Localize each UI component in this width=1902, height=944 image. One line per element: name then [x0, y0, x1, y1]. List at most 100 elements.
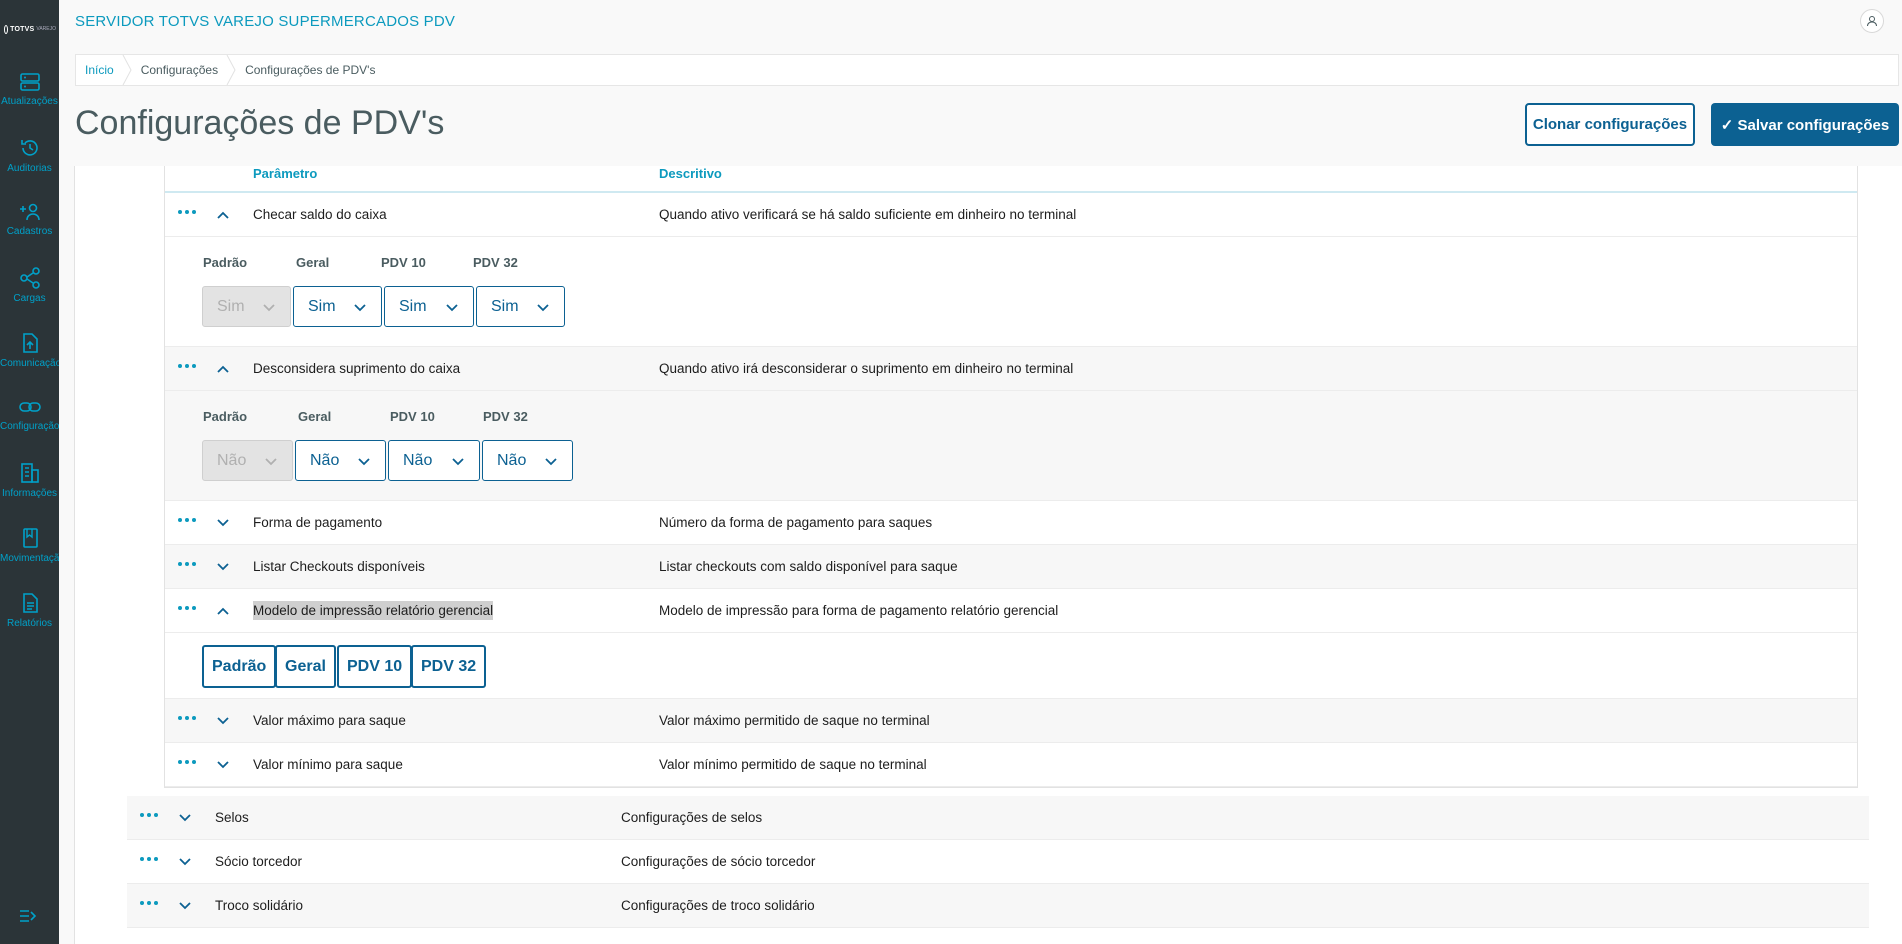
- select-pdv-10[interactable]: Não: [388, 440, 480, 481]
- chevron-up-icon[interactable]: [215, 207, 231, 223]
- more-options-icon[interactable]: [178, 757, 198, 767]
- top-header: SERVIDOR TOTVS VAREJO SUPERMERCADOS PDV: [59, 0, 1902, 42]
- chevron-down-icon[interactable]: [215, 713, 231, 729]
- group-name: Sócio torcedor: [215, 854, 303, 869]
- sidebar-item-label: Cadastros: [6, 226, 53, 237]
- menu-expand-icon: [20, 910, 37, 922]
- select-geral[interactable]: Não: [295, 440, 386, 481]
- user-avatar[interactable]: [1860, 9, 1884, 33]
- more-options-icon[interactable]: [178, 207, 198, 217]
- param-name: Valor máximo para saque: [253, 713, 406, 728]
- logo-sub: VAREJO: [36, 26, 56, 32]
- chevron-down-icon[interactable]: [177, 898, 193, 914]
- param-desc: Valor mínimo permitido de saque no termi…: [659, 757, 927, 772]
- sidebar: TOTVS VAREJO Atualizações Auditorias Cad…: [0, 0, 59, 944]
- group-desc: Configurações de troco solidário: [621, 898, 815, 913]
- chevron-up-icon[interactable]: [215, 361, 231, 377]
- page-title: Configurações de PDV's: [75, 104, 445, 142]
- config-content: Parâmetro Descritivo Checar saldo do cai…: [74, 166, 1902, 944]
- detail-label: PDV 32: [473, 255, 518, 270]
- chevron-down-icon[interactable]: [215, 515, 231, 531]
- chevron-up-icon[interactable]: [215, 603, 231, 619]
- param-desc: Listar checkouts com saldo disponível pa…: [659, 559, 958, 574]
- chevron-down-icon[interactable]: [177, 854, 193, 870]
- detail-label: Geral: [296, 255, 330, 270]
- more-options-icon[interactable]: [140, 854, 160, 864]
- sidebar-item-comunicacao[interactable]: Comunicação: [0, 332, 59, 392]
- clone-config-button[interactable]: Clonar configurações: [1525, 103, 1695, 146]
- chevron-down-icon: [452, 458, 464, 466]
- select-value: Não: [217, 451, 247, 469]
- totvs-logo: TOTVS VAREJO: [4, 22, 56, 36]
- sidebar-item-relatorios[interactable]: Relatórios: [0, 592, 59, 652]
- chevron-down-icon[interactable]: [215, 559, 231, 575]
- group-name: Selos: [215, 810, 249, 825]
- chevron-down-icon: [545, 458, 557, 466]
- save-config-button[interactable]: ✓ Salvar configurações: [1711, 103, 1899, 146]
- chip-pdv-32[interactable]: PDV 32: [411, 645, 487, 688]
- chevron-down-icon[interactable]: [215, 757, 231, 773]
- select-value: Não: [403, 451, 433, 469]
- table-row: Desconsidera suprimento do caixa Quando …: [165, 347, 1857, 391]
- breadcrumb-inicio[interactable]: Início: [76, 55, 132, 85]
- detail-label: PDV 10: [390, 409, 435, 424]
- select-pdv-32[interactable]: Sim: [476, 286, 565, 327]
- chip-padrao[interactable]: Padrão: [202, 645, 277, 688]
- group-name: Troco solidário: [215, 898, 304, 913]
- select-pdv-10[interactable]: Sim: [384, 286, 474, 327]
- server-icon: [19, 73, 40, 91]
- breadcrumb-configuracoes[interactable]: Configurações: [132, 55, 236, 85]
- chevron-down-icon: [358, 458, 370, 466]
- expand-menu-button[interactable]: [19, 908, 37, 927]
- share-icon: [19, 267, 40, 289]
- table-row: Valor mínimo para saque Valor mínimo per…: [165, 743, 1857, 787]
- add-user-icon: [19, 203, 40, 221]
- table-row: Modelo de impressão relatório gerencial …: [165, 589, 1857, 633]
- param-name: Desconsidera suprimento do caixa: [253, 361, 461, 376]
- sidebar-item-auditorias[interactable]: Auditorias: [0, 137, 59, 197]
- select-value: Sim: [491, 297, 519, 315]
- select-pdv-32[interactable]: Não: [482, 440, 573, 481]
- book-icon: [22, 528, 38, 548]
- sidebar-item-informacoes[interactable]: Informações: [0, 462, 59, 522]
- sidebar-item-movimentacao[interactable]: Movimentação: [0, 527, 59, 587]
- detail-label: Padrão: [203, 255, 248, 270]
- sidebar-item-label: Informações: [1, 488, 58, 499]
- select-value: Não: [310, 451, 340, 469]
- param-name: Checar saldo do caixa: [253, 207, 387, 222]
- group-list: Selos Configurações de selos Sócio torce…: [127, 796, 1869, 928]
- select-value: Sim: [399, 297, 427, 315]
- more-options-icon[interactable]: [178, 361, 198, 371]
- breadcrumb-label: Configurações de PDV's: [245, 63, 376, 77]
- sidebar-item-label: Auditorias: [7, 163, 52, 174]
- select-geral[interactable]: Sim: [293, 286, 382, 327]
- document-upload-icon: [22, 333, 38, 353]
- sidebar-item-label: Movimentação: [0, 553, 59, 564]
- more-options-icon[interactable]: [178, 603, 198, 613]
- logo-mark-icon: [4, 24, 9, 34]
- breadcrumb-separator-icon: [122, 55, 132, 85]
- param-detail: Padrão Geral PDV 10 PDV 32 Sim Sim Sim S…: [165, 237, 1857, 347]
- chip-geral[interactable]: Geral: [275, 645, 336, 688]
- more-options-icon[interactable]: [178, 713, 198, 723]
- more-options-icon[interactable]: [178, 559, 198, 569]
- sidebar-item-label: Comunicação: [0, 358, 59, 369]
- chevron-down-icon: [537, 304, 549, 312]
- more-options-icon[interactable]: [178, 515, 198, 525]
- table-row: Forma de pagamento Número da forma de pa…: [165, 501, 1857, 545]
- chevron-down-icon: [265, 458, 277, 466]
- select-value: Não: [497, 451, 527, 469]
- sidebar-item-cadastros[interactable]: Cadastros: [0, 202, 59, 262]
- group-row: Selos Configurações de selos: [127, 796, 1869, 840]
- more-options-icon[interactable]: [140, 898, 160, 908]
- chip-pdv-10[interactable]: PDV 10: [337, 645, 413, 688]
- chevron-down-icon: [354, 304, 366, 312]
- sidebar-item-cargas[interactable]: Cargas: [0, 267, 59, 327]
- param-desc: Valor máximo permitido de saque no termi…: [659, 713, 930, 728]
- chevron-down-icon[interactable]: [177, 810, 193, 826]
- sidebar-item-configuracao[interactable]: Configuração: [0, 397, 59, 457]
- sidebar-item-atualizacoes[interactable]: Atualizações: [0, 72, 59, 132]
- group-row: Troco solidário Configurações de troco s…: [127, 884, 1869, 928]
- logo-brand: TOTVS: [10, 25, 35, 33]
- more-options-icon[interactable]: [140, 810, 160, 820]
